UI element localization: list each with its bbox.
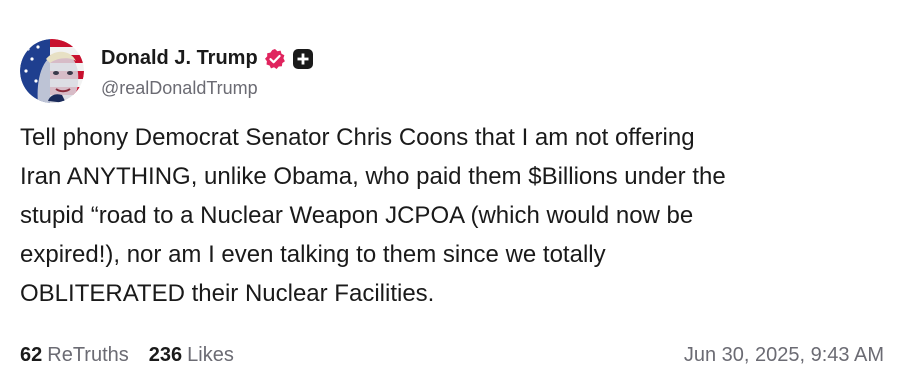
post-header: Donald J. Trump @realDonaldTrump — [20, 38, 314, 104]
name-row: Donald J. Trump — [101, 44, 314, 74]
post-stats: 62 ReTruths 236 Likes — [20, 344, 254, 367]
plus-square-icon — [292, 48, 314, 70]
retruths-count: 62 — [20, 343, 43, 366]
post-footer: 62 ReTruths 236 Likes Jun 30, 2025, 9:43… — [20, 340, 884, 370]
likes-label: Likes — [187, 343, 234, 366]
post-timestamp[interactable]: Jun 30, 2025, 9:43 AM — [684, 344, 884, 367]
retruths-stat[interactable]: 62 ReTruths — [20, 344, 129, 367]
author-handle[interactable]: @realDonaldTrump — [101, 78, 314, 99]
avatar-image — [20, 39, 84, 103]
truth-post: Donald J. Trump @realDonaldTrump Tell ph… — [0, 0, 912, 392]
author-identity: Donald J. Trump @realDonaldTrump — [101, 44, 314, 99]
likes-stat[interactable]: 236 Likes — [149, 344, 234, 367]
post-body-text: Tell phony Democrat Senator Chris Coons … — [20, 124, 726, 307]
likes-count: 236 — [148, 343, 183, 366]
verified-badge-icon — [264, 48, 286, 70]
retruths-label: ReTruths — [47, 343, 129, 366]
avatar[interactable] — [20, 39, 84, 103]
display-name[interactable]: Donald J. Trump — [101, 47, 258, 70]
